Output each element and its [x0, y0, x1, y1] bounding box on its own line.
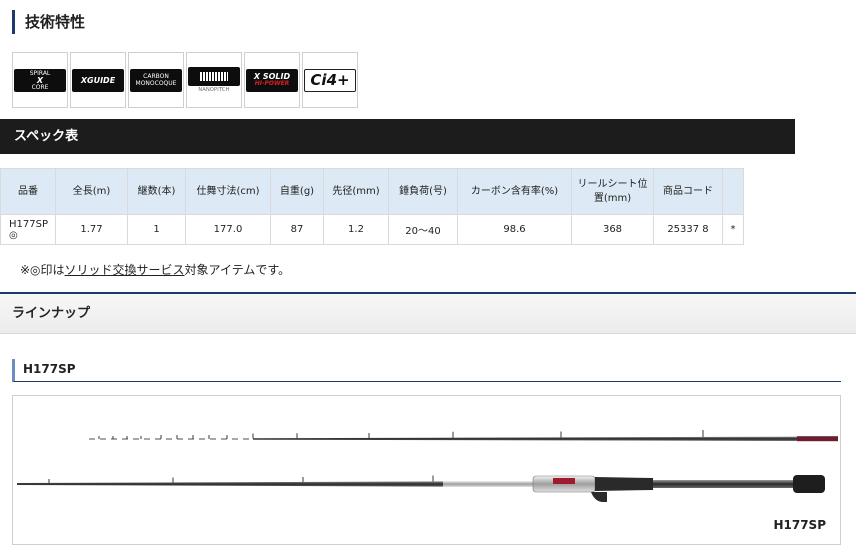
- col-closed-length: 仕舞寸法(cm): [185, 168, 271, 215]
- cell-product-code: 25337 8: [653, 214, 723, 245]
- rod-tip-section: [89, 430, 838, 442]
- tech-cell-ci4[interactable]: Ci4+: [302, 52, 358, 108]
- nanopitch-logo: NANOPITCH: [188, 67, 240, 93]
- tech-cell-x-guide[interactable]: XGUIDE: [70, 52, 126, 108]
- table-row: H177SP ◎ 1.77 1 177.0 87 1.2 20〜40 98.6 …: [0, 214, 744, 245]
- cell-length: 1.77: [55, 214, 128, 245]
- cell-closed-length: 177.0: [185, 214, 271, 245]
- tech-cell-nanopitch[interactable]: NANOPITCH: [186, 52, 242, 108]
- ci4-plus-logo: Ci4+: [304, 68, 356, 92]
- solid-exchange-service-link[interactable]: ソリッド交換サービス: [65, 263, 185, 277]
- cell-weight: 87: [270, 214, 324, 245]
- carbon-monocoque-logo: CARBON MONOCOQUE: [130, 68, 182, 92]
- spec-header-row: 品番 全長(m) 継数(本) 仕舞寸法(cm) 自重(g) 先径(mm) 錘負荷…: [0, 168, 744, 215]
- col-part-number: 品番: [0, 168, 56, 215]
- col-product-code: 商品コード: [653, 168, 723, 215]
- x-guide-logo: XGUIDE: [72, 68, 124, 92]
- cell-tip-diameter: 1.2: [323, 214, 389, 245]
- x-solid-hi-power-logo: X SOLID HI-POWER: [246, 68, 298, 92]
- model-heading: H177SP: [12, 359, 841, 382]
- col-carbon-ratio: カーボン含有率(%): [457, 168, 572, 215]
- col-extra: [722, 168, 744, 215]
- col-sections: 継数(本): [127, 168, 186, 215]
- tech-cell-spiral-x-core[interactable]: SPIRAL X CORE: [12, 52, 68, 108]
- rod-image: [17, 430, 838, 502]
- nanopitch-stripe-icon: [188, 67, 240, 86]
- spec-table-heading: スペック表: [0, 119, 795, 154]
- rod-butt-section: [17, 475, 825, 502]
- spiral-x-core-logo: SPIRAL X CORE: [14, 68, 66, 92]
- spec-table: 品番 全長(m) 継数(本) 仕舞寸法(cm) 自重(g) 先径(mm) 錘負荷…: [0, 168, 744, 245]
- col-reel-seat-position: リールシート位置(mm): [571, 168, 654, 215]
- rod-model-label: H177SP: [773, 518, 826, 532]
- cell-sinker-load: 20〜40: [388, 214, 458, 245]
- tech-logo-row: SPIRAL X CORE XGUIDE CARBON MONOCOQUE NA…: [12, 52, 358, 108]
- col-length: 全長(m): [55, 168, 128, 215]
- cell-reel-seat-position: 368: [571, 214, 654, 245]
- spec-note: ※◎印はソリッド交換サービス対象アイテムです。: [20, 263, 291, 277]
- rod-image-panel: H177SP: [12, 395, 841, 545]
- tech-cell-carbon-monocoque[interactable]: CARBON MONOCOQUE: [128, 52, 184, 108]
- col-tip-diameter: 先径(mm): [323, 168, 389, 215]
- col-weight: 自重(g): [270, 168, 324, 215]
- cell-carbon-ratio: 98.6: [457, 214, 572, 245]
- col-sinker-load: 錘負荷(号): [388, 168, 458, 215]
- lineup-heading: ラインナップ: [0, 294, 856, 334]
- tech-features-heading: 技術特性: [12, 10, 85, 34]
- cell-extra: *: [722, 214, 744, 245]
- cell-sections: 1: [127, 214, 186, 245]
- cell-part-number: H177SP ◎: [0, 214, 56, 245]
- tech-cell-x-solid[interactable]: X SOLID HI-POWER: [244, 52, 300, 108]
